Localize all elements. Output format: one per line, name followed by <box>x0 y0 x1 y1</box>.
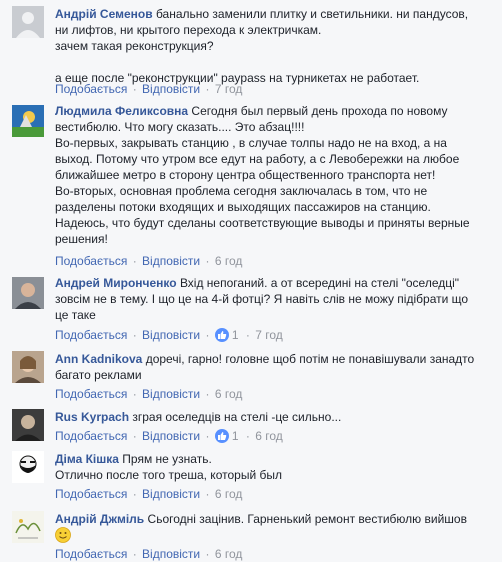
comment-text: вестибюлю. Что могу сказать.... Это абза… <box>55 120 305 134</box>
comment-text: зачем такая реконструкция? <box>55 39 214 53</box>
separator: · <box>132 387 137 401</box>
timestamp[interactable]: 7 год <box>255 328 283 342</box>
avatar[interactable] <box>12 351 44 383</box>
comment-actions: Подобається · Відповісти · 6 год <box>55 546 242 562</box>
separator: · <box>205 429 210 443</box>
comment-text: решения! <box>55 232 108 246</box>
reply-button[interactable]: Відповісти <box>142 254 200 268</box>
reply-button[interactable]: Відповісти <box>142 82 200 96</box>
comment-author[interactable]: Діма Кішка <box>55 452 119 466</box>
person-avatar-icon <box>12 277 44 309</box>
comment-text: разделены потоки входящих и выходящих па… <box>55 200 431 214</box>
separator: · <box>132 328 137 342</box>
comment-actions: Подобається · Відповісти · 6 год <box>55 386 242 402</box>
like-count: 1 <box>231 328 239 342</box>
separator: · <box>205 387 210 401</box>
comment-text: Отлично после того треша, который был <box>55 468 282 482</box>
comment-actions: Подобається · Відповісти · 1 · 7 год <box>55 327 283 343</box>
comment-actions: Подобається · Відповісти · 7 год <box>55 81 242 97</box>
reply-button[interactable]: Відповісти <box>142 387 200 401</box>
separator: · <box>245 328 250 342</box>
smiley-icon <box>55 527 71 543</box>
separator: · <box>132 82 137 96</box>
comment-author[interactable]: Людмила Феликсовна <box>55 104 188 118</box>
timestamp[interactable]: 6 год <box>255 429 283 443</box>
person-avatar-icon <box>12 409 44 441</box>
comment-text: зовсім не в тему. І що це на 4-й фотці? … <box>55 292 469 306</box>
comment-text: ближайшее метро в сторону центра обществ… <box>55 168 436 182</box>
separator: · <box>205 547 210 561</box>
comment-actions: Подобається · Відповісти · 1 · 6 год <box>55 428 283 444</box>
comment-actions: Подобається · Відповісти · 6 год <box>55 486 242 502</box>
user-avatar-placeholder-icon <box>12 6 44 38</box>
separator: · <box>205 328 210 342</box>
comment-text: Сегодня был первый день прохода по новом… <box>191 104 448 118</box>
separator: · <box>132 487 137 501</box>
comment-text: выход. Потому что утром все едут на рабо… <box>55 152 460 166</box>
timestamp[interactable]: 6 год <box>215 547 243 561</box>
reply-button[interactable]: Відповісти <box>142 429 200 443</box>
comment-text: Вхід непоганий. а от всередині на стелі … <box>179 276 460 290</box>
like-button[interactable]: Подобається <box>55 429 127 443</box>
separator: · <box>205 82 210 96</box>
person-avatar-icon <box>12 351 44 383</box>
separator: · <box>132 547 137 561</box>
separator: · <box>205 254 210 268</box>
comment-author[interactable]: Ann Kadnikova <box>55 352 142 366</box>
separator: · <box>205 487 210 501</box>
separator: · <box>132 254 137 268</box>
comments-list: Андрій Семенов банально заменили плитку … <box>0 0 502 562</box>
like-count: 1 <box>231 429 239 443</box>
like-button[interactable]: Подобається <box>55 487 127 501</box>
separator: · <box>132 429 137 443</box>
timestamp[interactable]: 6 год <box>215 387 243 401</box>
reply-button[interactable]: Відповісти <box>142 487 200 501</box>
comment-text: це таке <box>55 308 96 322</box>
sketch-avatar-icon <box>12 511 44 543</box>
avatar[interactable] <box>12 6 44 38</box>
comment-text: багато реклами <box>55 368 142 382</box>
comment-text: Сьогодні зацінив. Гарненький ремонт вест… <box>147 512 467 526</box>
comment-text: доречі, гарно! головне щоб потім не пона… <box>145 352 475 366</box>
comment-text: ни лифтов, ни крытого перехода к электри… <box>55 23 322 37</box>
avatar[interactable] <box>12 105 44 137</box>
like-button[interactable]: Подобається <box>55 547 127 561</box>
comment-text: Во-вторых, основная проблема сегодня зак… <box>55 184 428 198</box>
timestamp[interactable]: 6 год <box>215 254 243 268</box>
reply-button[interactable]: Відповісти <box>142 547 200 561</box>
like-button[interactable]: Подобається <box>55 254 127 268</box>
comment-author[interactable]: Rus Kyrpach <box>55 410 129 424</box>
comment-text: Во-первых, закрывать станцию , в случае … <box>55 136 447 150</box>
like-reaction-icon[interactable] <box>214 429 229 443</box>
avatar[interactable] <box>12 409 44 441</box>
comment-author[interactable]: Андрій Семенов <box>55 7 153 21</box>
like-button[interactable]: Подобається <box>55 328 127 342</box>
comment-text: зграя оселедців на стелі -це сильно... <box>132 410 342 424</box>
cartoon-avatar-icon <box>12 105 44 137</box>
like-button[interactable]: Подобається <box>55 387 127 401</box>
avatar[interactable] <box>12 451 44 483</box>
comment-actions: Подобається · Відповісти · 6 год <box>55 253 242 269</box>
comment-author[interactable]: Андрій Джміль <box>55 512 144 526</box>
like-reaction-icon[interactable] <box>214 328 229 342</box>
comment-text: банально заменили плитку и светильники. … <box>155 7 469 21</box>
avatar[interactable] <box>12 511 44 543</box>
timestamp[interactable]: 6 год <box>215 487 243 501</box>
like-button[interactable]: Подобається <box>55 82 127 96</box>
timestamp[interactable]: 7 год <box>215 82 243 96</box>
bearded-avatar-icon <box>12 451 44 483</box>
comment-text: Надеюсь, что будут сделаны соответствующ… <box>55 216 470 230</box>
separator: · <box>245 429 250 443</box>
comment-author[interactable]: Андрей Миронченко <box>55 276 177 290</box>
comment-text: Прям не узнать. <box>122 452 212 466</box>
reply-button[interactable]: Відповісти <box>142 328 200 342</box>
avatar[interactable] <box>12 277 44 309</box>
